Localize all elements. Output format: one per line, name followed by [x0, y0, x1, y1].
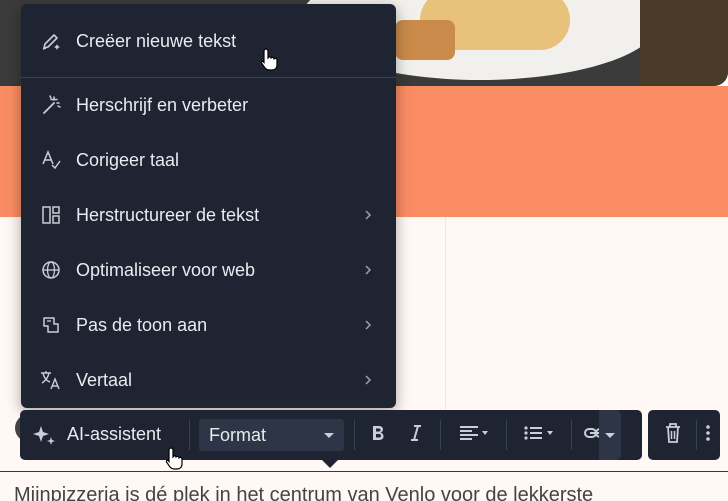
sparkles-icon — [31, 423, 57, 454]
chevron-right-icon — [361, 318, 375, 332]
menu-item-label: Vertaal — [76, 369, 133, 390]
toolbar-divider — [506, 420, 507, 450]
chevron-right-icon — [361, 208, 375, 222]
toolbar-divider — [440, 420, 441, 450]
trash-icon — [664, 422, 682, 449]
column-divider — [445, 217, 446, 417]
editor-toolbar: AI-assistent Format — [20, 410, 642, 460]
delete-button[interactable] — [658, 420, 688, 450]
bold-icon — [370, 424, 386, 447]
link-dropdown-button[interactable] — [599, 410, 621, 460]
menu-item-rewrite[interactable]: Herschrijf en verbeter — [21, 80, 396, 130]
menu-item-create-text[interactable]: Creëer nieuwe tekst — [21, 16, 396, 66]
ai-assistant-label: AI-assistent — [67, 424, 162, 444]
toolbar-divider — [354, 420, 355, 450]
more-options-button[interactable] — [700, 420, 716, 450]
toolbar-divider — [571, 420, 572, 450]
spell-check-icon — [39, 148, 63, 172]
menu-item-label: Herschrijf en verbeter — [76, 94, 249, 115]
menu-item-label: Pas de toon aan — [76, 314, 208, 335]
list-dropdown-button[interactable] — [518, 420, 562, 450]
menu-item-label: Corigeer taal — [76, 149, 180, 170]
caret-down-icon — [324, 433, 334, 438]
layout-icon — [39, 203, 63, 227]
menu-item-correct-language[interactable]: Corigeer taal — [21, 135, 396, 185]
paragraph-text[interactable]: Mijnpizzeria is dé plek in het centrum v… — [14, 484, 593, 501]
magic-wand-icon — [39, 93, 63, 117]
italic-icon — [408, 424, 424, 447]
menu-item-label: Creëer nieuwe tekst — [76, 30, 237, 51]
italic-button[interactable] — [402, 420, 430, 450]
align-dropdown-button[interactable] — [453, 420, 497, 450]
page: Mijnpizzeria is dé plek in het centrum v… — [0, 0, 728, 501]
align-left-icon — [458, 424, 492, 447]
bullet-list-icon — [522, 424, 558, 447]
secondary-toolbar — [648, 410, 720, 460]
toolbar-divider — [189, 420, 190, 450]
toolbar-divider — [696, 420, 697, 450]
menu-item-translate[interactable]: Vertaal — [21, 355, 396, 405]
format-select-value: Format — [209, 425, 267, 445]
globe-icon — [39, 258, 63, 282]
menu-item-optimize-web[interactable]: Optimaliseer voor web — [21, 245, 396, 295]
menu-divider — [21, 77, 396, 78]
menu-item-restructure[interactable]: Herstructureer de tekst — [21, 190, 396, 240]
chevron-right-icon — [361, 263, 375, 277]
menu-item-label: Optimaliseer voor web — [76, 259, 256, 280]
editor-border — [0, 471, 728, 472]
bold-button[interactable] — [364, 420, 392, 450]
translate-icon — [39, 368, 63, 392]
caret-down-icon — [605, 433, 615, 438]
menu-item-adjust-tone[interactable]: Pas de toon aan — [21, 300, 396, 350]
pen-sparkle-icon — [39, 29, 63, 53]
chevron-right-icon — [361, 373, 375, 387]
format-select[interactable]: Format — [199, 419, 344, 451]
menu-item-label: Herstructureer de tekst — [76, 204, 260, 225]
more-vertical-icon — [705, 423, 711, 448]
ai-assistant-menu: Creëer nieuwe tekst Herschrijf en verbet… — [21, 4, 396, 408]
tone-icon — [39, 313, 63, 337]
toolbar-pointer — [322, 460, 338, 468]
